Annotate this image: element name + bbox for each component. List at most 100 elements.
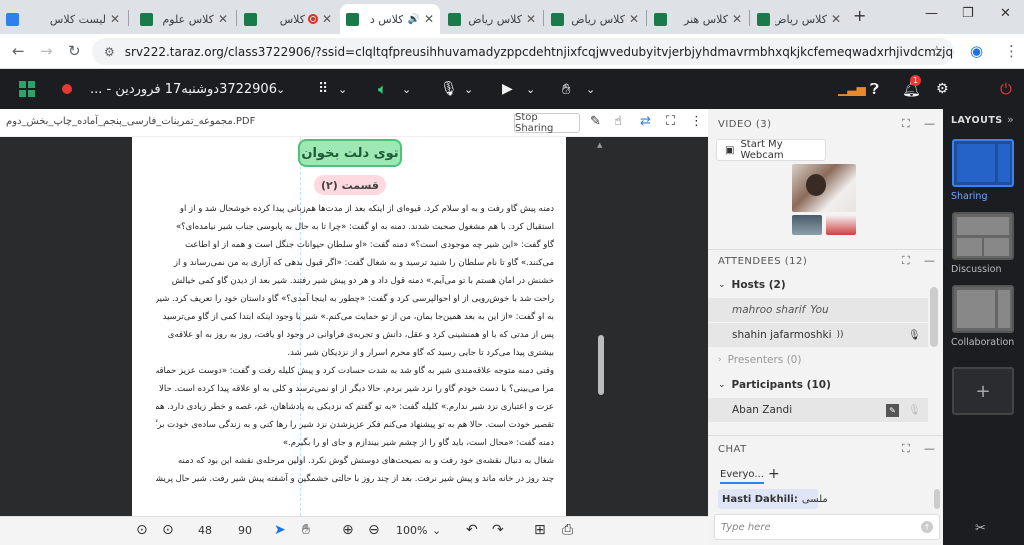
speaker-icon[interactable]: 🔈︎ xyxy=(378,69,387,109)
fullscreen-icon[interactable]: ⛶ xyxy=(902,117,910,131)
current-page-number[interactable]: 48 xyxy=(198,524,212,537)
new-tab-button[interactable]: + xyxy=(853,6,866,25)
forward-icon[interactable]: → xyxy=(40,42,53,60)
send-icon[interactable]: ↑ xyxy=(921,521,933,533)
close-icon[interactable]: ✕ xyxy=(218,12,228,26)
redo-icon[interactable]: ↷ xyxy=(492,522,504,538)
raise-hand-icon[interactable]: ✋︎ xyxy=(562,69,571,109)
slide-scrollbar-thumb[interactable] xyxy=(598,335,604,395)
attendee-row[interactable]: mahroo sharif You xyxy=(708,298,928,322)
next-slide-icon[interactable]: ⊙ xyxy=(162,522,174,538)
close-icon[interactable]: ✕ xyxy=(831,12,841,26)
user-settings-icon[interactable]: ⚙ xyxy=(936,69,949,109)
close-icon[interactable]: ✕ xyxy=(110,12,120,26)
swap-icon[interactable]: ⇄ xyxy=(640,114,651,129)
fit-screen-icon[interactable]: ⛶ xyxy=(666,114,675,129)
chat-scrollbar[interactable] xyxy=(934,489,940,509)
chevron-down-icon[interactable]: ⌄ xyxy=(526,69,535,109)
close-icon[interactable]: ✕ xyxy=(322,12,332,26)
recording-indicator-icon[interactable] xyxy=(62,69,72,109)
participants-group-header[interactable]: ⌄ Participants (10) xyxy=(708,373,928,397)
chat-tab-everyone[interactable]: Everyo... xyxy=(720,469,764,484)
select-cursor-icon[interactable]: ➤ xyxy=(274,522,286,538)
browser-tab[interactable]: کلاس علوم ✕ xyxy=(134,4,234,34)
zoom-level[interactable]: 100% xyxy=(396,524,427,537)
browser-tab[interactable]: کلاس هنر ✕ xyxy=(648,4,748,34)
browser-tab[interactable]: کلاس ریاض ✕ xyxy=(442,4,542,34)
pan-hand-icon[interactable]: ✋︎ xyxy=(302,522,310,538)
site-info-icon[interactable]: ⚙ xyxy=(104,45,115,59)
browser-tab[interactable]: کلاس ✕ xyxy=(238,4,338,34)
chevron-down-icon[interactable]: ⌄ xyxy=(276,69,285,109)
tools-icon[interactable]: ✂ xyxy=(975,521,986,536)
back-icon[interactable]: ← xyxy=(12,42,25,60)
zoom-out-icon[interactable]: ⊖ xyxy=(368,522,380,538)
layout-option-sharing[interactable] xyxy=(952,139,1014,187)
restore-icon[interactable]: ❐ xyxy=(962,6,974,21)
chevron-down-icon[interactable]: ⌄ xyxy=(402,69,411,109)
layout-option-collaboration[interactable] xyxy=(952,285,1014,333)
stop-sharing-button[interactable]: Stop Sharing xyxy=(514,112,580,134)
minimize-panel-icon[interactable]: — xyxy=(924,117,935,130)
minimize-icon[interactable]: — xyxy=(925,6,938,21)
help-icon[interactable]: ❓︎ xyxy=(870,69,879,109)
close-icon[interactable]: ✕ xyxy=(526,12,536,26)
chevron-down-icon[interactable]: ⌄ xyxy=(464,69,473,109)
chevron-down-icon[interactable]: ⌄ xyxy=(432,524,441,537)
undo-icon[interactable]: ↶ xyxy=(466,522,478,538)
minimize-panel-icon[interactable]: — xyxy=(924,254,935,267)
webcam-video-tile[interactable] xyxy=(826,215,856,235)
webcam-video-tile[interactable] xyxy=(792,164,856,212)
hosts-group-header[interactable]: ⌄ Hosts (2) xyxy=(708,273,928,297)
browser-tab[interactable]: لیست کلاس ✕ xyxy=(0,4,126,34)
address-bar[interactable]: ⚙ srv222.taraz.org/class3722906/?ssid=cl… xyxy=(92,38,954,65)
app-logo-icon[interactable] xyxy=(18,69,36,109)
menu-kebab-icon[interactable]: ⋮ xyxy=(1004,42,1019,60)
browser-tab-active[interactable]: کلاس د 🔊 ✕ xyxy=(340,4,440,34)
pointer-hand-icon[interactable]: ☝ xyxy=(614,114,622,129)
close-icon[interactable]: ✕ xyxy=(629,12,639,26)
microphone-icon[interactable]: 🎙︎ xyxy=(908,405,921,416)
microphone-icon[interactable]: 🎙︎ xyxy=(440,69,458,109)
layout-option-discussion[interactable] xyxy=(952,212,1014,260)
meeting-top-bar: 3722906دوشنبه17 فروردین - ... ⌄ ⠿ ⌄ 🔈︎ ⌄… xyxy=(0,69,1024,109)
close-icon[interactable]: ✕ xyxy=(424,12,434,26)
fullscreen-icon[interactable]: ⛶ xyxy=(902,442,910,456)
scroll-up-icon[interactable]: ▲ xyxy=(597,141,602,149)
add-layout-button[interactable]: + xyxy=(952,367,1014,415)
start-webcam-button[interactable]: ▣ Start My Webcam xyxy=(716,139,826,161)
hosts-label: Hosts (2) xyxy=(731,279,786,291)
browser-tab[interactable]: کلاس ریاض ✕ xyxy=(751,4,847,34)
microphone-icon[interactable]: 🎙︎ xyxy=(908,330,921,341)
download-icon[interactable]: ⎙ xyxy=(562,522,573,538)
camera-icon[interactable]: ▶ xyxy=(502,69,513,109)
close-icon[interactable]: ✕ xyxy=(732,12,742,26)
attendees-scrollbar[interactable] xyxy=(930,287,938,347)
more-options-icon[interactable]: ⋮ xyxy=(690,114,703,129)
attendee-row[interactable]: shahin jafarmoshki )) 🎙︎ xyxy=(708,323,928,347)
chevron-down-icon[interactable]: ⌄ xyxy=(338,69,347,109)
leave-meeting-icon[interactable]: ⏻ xyxy=(1000,69,1012,109)
chevron-down-icon[interactable]: ⌄ xyxy=(586,69,595,109)
webcam-video-tile[interactable] xyxy=(792,215,822,235)
presenters-group-header[interactable]: › Presenters (0) xyxy=(708,348,928,372)
pen-permission-icon[interactable]: ✎ xyxy=(886,403,899,417)
bookmark-star-icon[interactable]: ☆ xyxy=(930,42,943,60)
zoom-in-icon[interactable]: ⊕ xyxy=(342,522,354,538)
reload-icon[interactable]: ↻ xyxy=(68,42,81,60)
collapse-icon[interactable]: » xyxy=(1007,113,1014,126)
profile-icon[interactable]: ◉ xyxy=(970,42,983,60)
connection-status-icon[interactable]: ▁▃▅ xyxy=(838,69,866,109)
attendee-row[interactable]: Aban Zandi ✎ 🎙︎ xyxy=(708,398,928,422)
slide-scrollbar[interactable] xyxy=(596,137,606,516)
add-chat-tab-button[interactable]: + xyxy=(768,466,780,482)
apps-grid-icon[interactable]: ⠿ xyxy=(318,69,328,109)
annotation-pen-icon[interactable]: ✎ xyxy=(590,114,601,129)
fit-width-icon[interactable]: ⊞ xyxy=(534,522,546,538)
close-window-icon[interactable]: ✕ xyxy=(1000,6,1011,21)
previous-slide-icon[interactable]: ⊙ xyxy=(136,522,148,538)
minimize-panel-icon[interactable]: — xyxy=(924,442,935,455)
browser-tab[interactable]: کلاس ریاض ✕ xyxy=(545,4,645,34)
fullscreen-icon[interactable]: ⛶ xyxy=(902,254,910,268)
chat-input[interactable]: Type here ↑ xyxy=(714,514,940,540)
